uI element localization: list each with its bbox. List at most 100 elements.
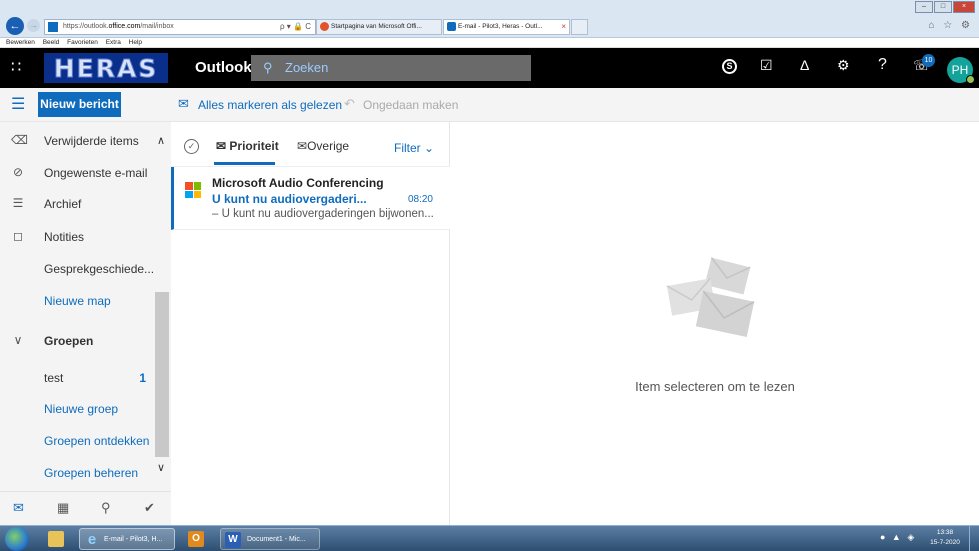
message-subject: U kunt nu audiovergaderi... bbox=[212, 192, 367, 206]
bell-icon[interactable]: Δ bbox=[800, 57, 809, 73]
tab-other-label: Overige bbox=[307, 139, 350, 153]
discover-groups-link[interactable]: Groepen ontdekken bbox=[0, 425, 155, 455]
todo-icon[interactable]: ☑ bbox=[760, 57, 773, 74]
manage-groups-link[interactable]: Groepen beheren bbox=[0, 457, 155, 487]
filter-button[interactable]: Filter ⌄ bbox=[394, 141, 434, 155]
folder-icon bbox=[48, 531, 64, 547]
browser-tab-label: E-mail - Pilot3, Heras - Outl... bbox=[458, 23, 543, 30]
sidebar-item-junk[interactable]: ⊘ Ongewenste e-mail bbox=[0, 157, 155, 187]
gear-icon[interactable]: ⚙ bbox=[837, 57, 850, 74]
sidebar-item-conversation-history[interactable]: Gesprekgeschiede... bbox=[0, 253, 155, 283]
close-tab-icon[interactable]: × bbox=[561, 20, 566, 34]
taskbar-label: E-mail - Pilot3, H... bbox=[104, 536, 163, 543]
sidebar-item-notes[interactable]: ◻ Notities bbox=[0, 221, 155, 251]
people-icon[interactable]: ⚲ bbox=[101, 500, 111, 516]
browser-menu-bar: Bewerken Beeld Favorieten Extra Help bbox=[0, 38, 979, 48]
sidebar-item-label: Nieuwe map bbox=[44, 294, 111, 308]
sidebar-item-label: test bbox=[44, 371, 64, 385]
chevron-down-icon: ⌄ bbox=[424, 141, 435, 155]
taskbar-outlook[interactable]: O bbox=[181, 528, 211, 550]
envelope-open-icon[interactable]: ✉ bbox=[178, 96, 189, 112]
menu-bewerken[interactable]: Bewerken bbox=[6, 39, 35, 46]
address-controls[interactable]: ρ ▾ 🔒 C bbox=[280, 20, 311, 34]
new-group-link[interactable]: Nieuwe groep bbox=[0, 393, 155, 423]
company-logo[interactable]: HERAS bbox=[44, 53, 168, 83]
mail-icon[interactable]: ✉ bbox=[13, 500, 24, 516]
message-preview: – U kunt nu audiovergaderingen bijwonen.… bbox=[212, 208, 434, 220]
sidebar-item-label: Groepen ontdekken bbox=[44, 434, 150, 448]
hamburger-menu-icon[interactable]: ☰ bbox=[11, 94, 25, 114]
tab-other[interactable]: ✉Overige bbox=[297, 139, 349, 153]
taskbar-word[interactable]: W Document1 - Mic... bbox=[220, 528, 320, 550]
start-button[interactable] bbox=[5, 527, 29, 551]
new-message-button[interactable]: Nieuw bericht bbox=[38, 92, 121, 117]
search-icon: ⚲ bbox=[263, 60, 273, 75]
scroll-up-icon[interactable]: ∧ bbox=[157, 134, 165, 147]
help-icon[interactable]: ? bbox=[878, 56, 887, 74]
groups-header-label: Groepen bbox=[44, 334, 94, 348]
undo-button[interactable]: Ongedaan maken bbox=[363, 98, 458, 112]
message-list: ✓ ✉ Prioriteit ✉Overige Filter ⌄ Microso… bbox=[171, 122, 450, 525]
filter-label: Filter bbox=[394, 141, 421, 155]
select-all-check-icon[interactable]: ✓ bbox=[184, 139, 199, 154]
browser-tab-office[interactable]: Startpagina van Microsoft Offi... bbox=[316, 19, 442, 35]
menu-extra[interactable]: Extra bbox=[106, 39, 121, 46]
minimize-button[interactable]: – bbox=[915, 1, 933, 13]
chevron-down-icon: ∨ bbox=[13, 333, 23, 347]
sidebar-item-group-test[interactable]: test 1 bbox=[0, 362, 155, 392]
sidebar-item-label: Groepen beheren bbox=[44, 466, 139, 480]
menu-favorieten[interactable]: Favorieten bbox=[67, 39, 98, 46]
new-folder-link[interactable]: Nieuwe map bbox=[0, 285, 155, 315]
back-button[interactable]: ← bbox=[6, 17, 24, 35]
clock[interactable]: 13:38 15-7-2020 bbox=[929, 528, 961, 548]
empty-envelopes-icon bbox=[666, 257, 755, 338]
outlook-favicon-icon bbox=[48, 22, 58, 32]
url-prefix: https://outlook. bbox=[63, 23, 109, 30]
sidebar-item-archive[interactable]: ☰ Archief bbox=[0, 188, 155, 218]
menu-beeld[interactable]: Beeld bbox=[43, 39, 60, 46]
url-path: /mail/inbox bbox=[140, 23, 174, 30]
sidebar-scrollbar[interactable] bbox=[155, 292, 169, 457]
app-launcher-icon[interactable]: ∷ bbox=[11, 60, 21, 76]
forward-button[interactable]: → bbox=[27, 19, 40, 32]
browser-toolbar-icons[interactable]: ⌂ ☆ ⚙ bbox=[928, 20, 973, 31]
search-input[interactable]: ⚲ Zoeken bbox=[251, 55, 531, 81]
maximize-button[interactable]: □ bbox=[934, 1, 952, 13]
tab-priority[interactable]: ✉ Prioriteit bbox=[216, 139, 279, 153]
close-window-button[interactable]: × bbox=[953, 1, 975, 13]
notification-badge: 10 bbox=[922, 54, 935, 67]
envelope-icon: ✉ bbox=[297, 139, 308, 153]
taskbar-label: Document1 - Mic... bbox=[247, 536, 306, 543]
taskbar-internet-explorer[interactable]: e E-mail - Pilot3, H... bbox=[79, 528, 175, 550]
sidebar-item-deleted[interactable]: ⌫ Verwijderde items bbox=[0, 125, 155, 155]
address-bar[interactable]: https://outlook.office.com/mail/inbox ρ … bbox=[44, 19, 316, 35]
sidebar-item-label: Ongewenste e-mail bbox=[44, 166, 148, 180]
calendar-icon[interactable]: ▦ bbox=[57, 500, 69, 516]
module-switcher: ✉ ▦ ⚲ ✔ bbox=[0, 491, 171, 525]
folder-sidebar: ⌫ Verwijderde items ⊘ Ongewenste e-mail … bbox=[0, 122, 171, 525]
menu-help[interactable]: Help bbox=[129, 39, 142, 46]
list-item[interactable]: Microsoft Audio Conferencing U kunt nu a… bbox=[171, 167, 450, 230]
archive-icon: ☰ bbox=[12, 196, 24, 210]
system-tray-icons[interactable]: ● ▲ ◈ bbox=[880, 532, 916, 543]
priority-icon: ✉ bbox=[216, 139, 230, 153]
outlook-header: ∷ HERAS Outlook ⚲ Zoeken S ☑ Δ ⚙ ? ☏ 10 … bbox=[0, 48, 979, 88]
outlook-icon bbox=[447, 22, 456, 31]
tasks-icon[interactable]: ✔ bbox=[144, 500, 155, 516]
new-tab-button[interactable] bbox=[571, 19, 588, 35]
browser-tab-outlook[interactable]: E-mail - Pilot3, Heras - Outl... × bbox=[443, 19, 570, 35]
outlook-icon: O bbox=[188, 531, 204, 547]
show-desktop-button[interactable] bbox=[969, 526, 979, 551]
groups-header[interactable]: ∨ Groepen bbox=[0, 325, 155, 355]
app-title[interactable]: Outlook bbox=[195, 59, 252, 76]
search-placeholder: Zoeken bbox=[285, 60, 329, 75]
taskbar-explorer[interactable] bbox=[41, 528, 71, 550]
scroll-down-icon[interactable]: ∨ bbox=[157, 461, 165, 474]
sidebar-item-label: Nieuwe groep bbox=[44, 402, 119, 416]
clock-time: 13:38 bbox=[936, 529, 954, 536]
mark-all-read-button[interactable]: Alles markeren als gelezen bbox=[198, 98, 342, 112]
note-icon: ◻ bbox=[13, 229, 23, 243]
microsoft-logo-icon bbox=[185, 182, 201, 198]
active-tab-indicator bbox=[214, 162, 275, 165]
skype-icon[interactable]: S bbox=[722, 59, 737, 74]
